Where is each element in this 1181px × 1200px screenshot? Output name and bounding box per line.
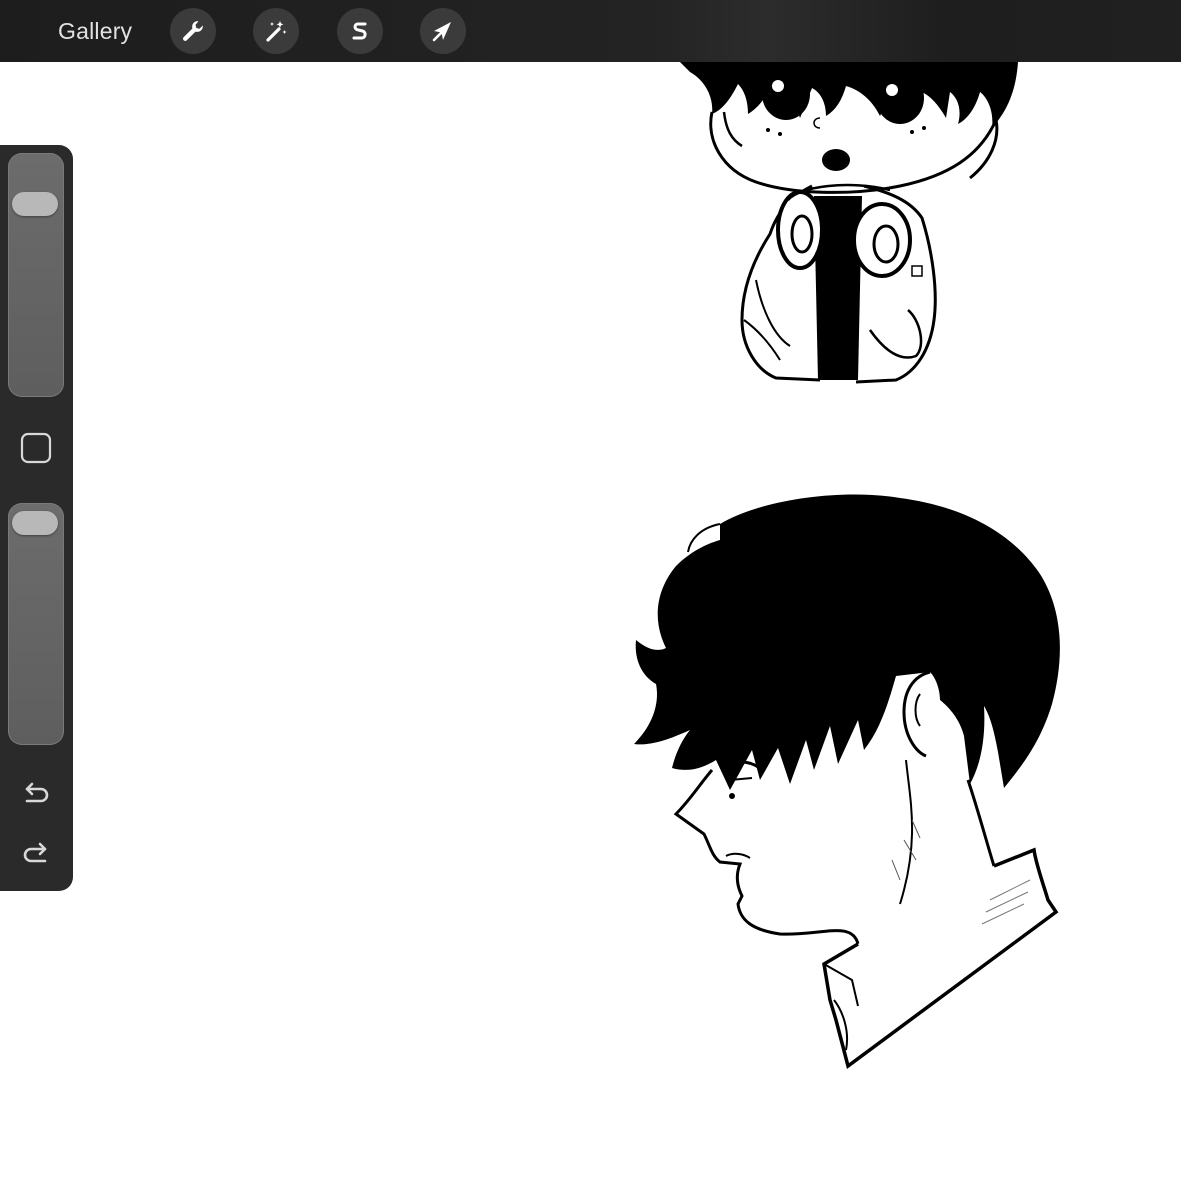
- left-sidebar: [0, 145, 73, 891]
- undo-arrow-icon: [19, 782, 53, 815]
- magic-wand-icon: [263, 18, 289, 44]
- selection-button[interactable]: [337, 8, 383, 54]
- arrow-cursor-icon: [430, 18, 456, 44]
- square-icon: [20, 432, 52, 468]
- top-toolbar: Gallery: [0, 0, 1181, 62]
- brush-size-handle[interactable]: [12, 191, 58, 216]
- chibi-character-drawing: [680, 62, 1018, 384]
- brush-size-slider[interactable]: [8, 153, 64, 397]
- brush-opacity-slider[interactable]: [8, 503, 64, 745]
- brush-opacity-handle[interactable]: [12, 511, 58, 535]
- drawing-canvas[interactable]: [0, 62, 1181, 1200]
- selection-s-icon: [347, 18, 373, 44]
- adjustments-button[interactable]: [253, 8, 299, 54]
- redo-arrow-icon: [19, 842, 53, 875]
- procreate-app: Gallery: [0, 0, 1181, 1200]
- profile-portrait-drawing: [634, 494, 1060, 1069]
- transform-button[interactable]: [420, 8, 466, 54]
- actions-button[interactable]: [170, 8, 216, 54]
- modify-button[interactable]: [20, 432, 52, 464]
- gallery-button[interactable]: Gallery: [58, 15, 132, 47]
- redo-button[interactable]: [19, 837, 53, 871]
- undo-button[interactable]: [19, 777, 53, 811]
- wrench-icon: [180, 18, 206, 44]
